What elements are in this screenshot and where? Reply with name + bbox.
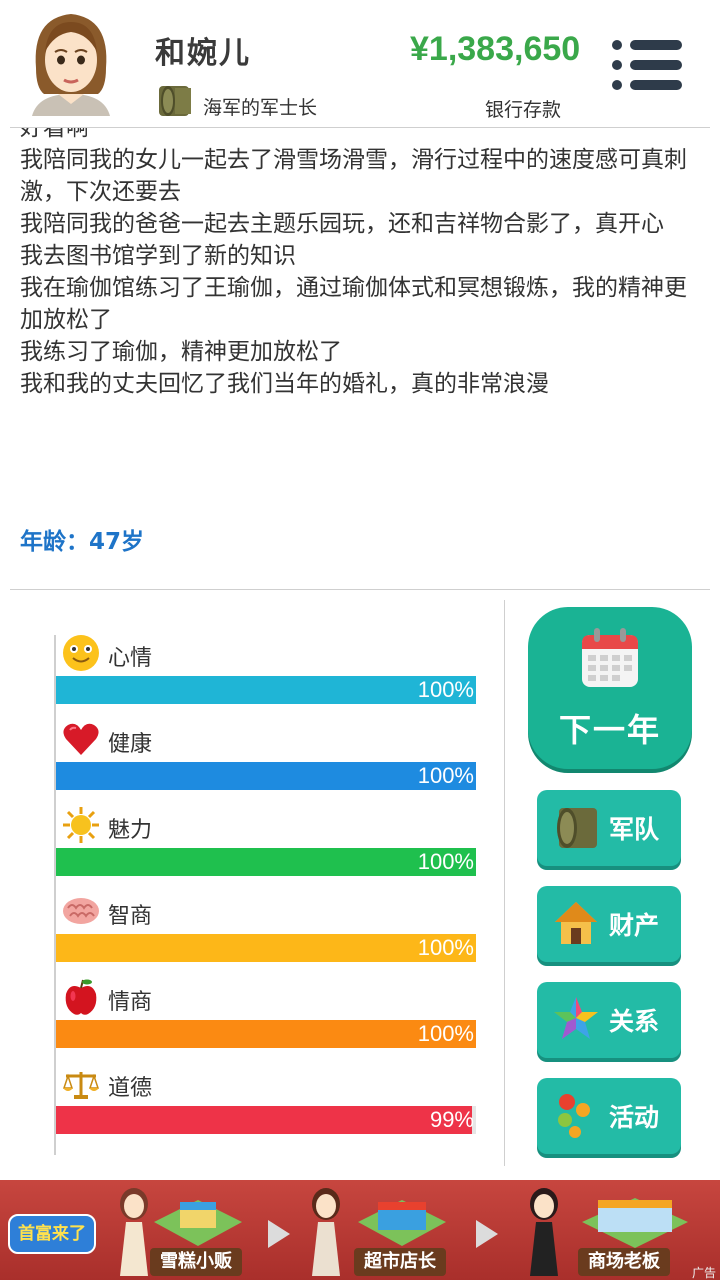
relations-button[interactable]: 关系 <box>537 982 681 1058</box>
stat-bar-fill <box>56 934 476 962</box>
heart-icon <box>63 723 99 755</box>
activities-label: 活动 <box>609 1103 660 1132</box>
rank-badge-icon <box>159 86 191 116</box>
ad-stage-label: 商场老板 <box>578 1248 670 1276</box>
stat-bar: 100% <box>56 848 476 876</box>
brain-icon <box>63 898 99 924</box>
relations-label: 关系 <box>609 1007 660 1036</box>
stat-morality: 道德 99% <box>56 1064 486 1150</box>
stat-value: 100% <box>417 677 474 702</box>
stat-value: 99% <box>429 1107 474 1132</box>
sun-icon <box>63 807 99 843</box>
stat-bar-fill <box>56 848 476 876</box>
activities-button[interactable]: 活动 <box>537 1078 681 1154</box>
avatar[interactable] <box>28 8 114 116</box>
stat-label: 心情 <box>108 646 153 671</box>
stat-bar: 100% <box>56 762 476 790</box>
stat-label: 魅力 <box>108 818 153 843</box>
mall-icon <box>582 1198 688 1248</box>
military-badge-icon <box>557 808 597 848</box>
stat-label: 道德 <box>108 1076 153 1101</box>
star-icon <box>554 997 598 1039</box>
next-year-label: 下一年 <box>558 711 661 749</box>
log-line: 我和我的丈夫回忆了我们当年的婚礼，真的非常浪漫 <box>20 371 549 397</box>
log-line: 我练习了瑜伽，精神更加放松了 <box>20 339 342 365</box>
log-line: 好看啊 <box>20 128 89 141</box>
stat-bar: 100% <box>56 1020 476 1048</box>
stat-label: 情商 <box>108 990 153 1015</box>
log-line: 我去图书馆学到了新的知识 <box>20 243 296 269</box>
army-button[interactable]: 军队 <box>537 790 681 866</box>
stat-bar: 100% <box>56 934 476 962</box>
ad-brand-logo: 首富来了 <box>8 1214 96 1254</box>
activity-dots-icon <box>558 1094 590 1138</box>
ad-banner[interactable]: 首富来了 雪糕小贩 超市店长 商场老板 广告 <box>0 1180 720 1280</box>
stat-value: 100% <box>417 849 474 874</box>
stat-bar: 99% <box>56 1106 476 1134</box>
house-icon <box>555 902 597 944</box>
kiosk-icon <box>154 1200 242 1246</box>
divider <box>504 600 505 1166</box>
apple-icon <box>65 979 97 1015</box>
army-label: 军队 <box>609 815 660 844</box>
stat-bar-fill <box>56 762 476 790</box>
stat-charm: 魅力 100% <box>56 806 486 892</box>
log-line: 我陪同我的爸爸一起去主题乐园玩，还和吉祥物合影了，真开心 <box>20 211 664 237</box>
log-line: 我在瑜伽馆练习了王瑜伽，通过瑜伽体式和冥想锻炼，我的精神更加放松了 <box>20 275 687 333</box>
arrow-right-icon <box>476 1220 498 1248</box>
scale-icon <box>62 1072 100 1099</box>
event-log[interactable]: 好看啊 我陪同我的女儿一起去了滑雪场滑雪，滑行过程中的速度感可真刺激，下次还要去… <box>20 128 700 508</box>
menu-icon[interactable] <box>612 38 686 92</box>
stat-value: 100% <box>417 763 474 788</box>
stat-iq: 智商 100% <box>56 892 486 978</box>
rank-title: 海军的军士长 <box>203 97 318 119</box>
stat-health: 健康 100% <box>56 720 486 806</box>
smiley-icon <box>63 635 99 671</box>
ad-stage-label: 超市店长 <box>354 1248 446 1276</box>
age-label: 年龄：47岁 <box>20 529 145 555</box>
stat-value: 100% <box>417 935 474 960</box>
stat-mood: 心情 100% <box>56 634 486 720</box>
assets-label: 财产 <box>609 911 660 940</box>
stat-eq: 情商 100% <box>56 978 486 1064</box>
stat-value: 100% <box>417 1021 474 1046</box>
supermarket-icon <box>358 1200 446 1246</box>
ad-stage-label: 雪糕小贩 <box>150 1248 242 1276</box>
stat-bar: 100% <box>56 676 476 704</box>
stat-label: 健康 <box>108 732 153 757</box>
stat-bar-fill <box>56 676 476 704</box>
log-line: 我陪同我的女儿一起去了滑雪场滑雪，滑行过程中的速度感可真刺激，下次还要去 <box>20 147 687 205</box>
next-year-button[interactable]: 下一年 <box>528 607 692 769</box>
divider <box>10 589 710 590</box>
money-amount: ¥1,383,650 <box>410 30 581 68</box>
bank-label: 银行存款 <box>485 99 562 121</box>
ad-tag: 广告 <box>691 1266 716 1280</box>
stat-bar-fill <box>56 1106 472 1134</box>
character-icon <box>312 1188 340 1276</box>
stat-label: 智商 <box>108 904 153 929</box>
stat-bar-fill <box>56 1020 476 1048</box>
character-icon <box>530 1188 558 1276</box>
arrow-right-icon <box>268 1220 290 1248</box>
player-name: 和婉儿 <box>155 36 251 71</box>
assets-button[interactable]: 财产 <box>537 886 681 962</box>
calendar-icon <box>582 628 638 687</box>
